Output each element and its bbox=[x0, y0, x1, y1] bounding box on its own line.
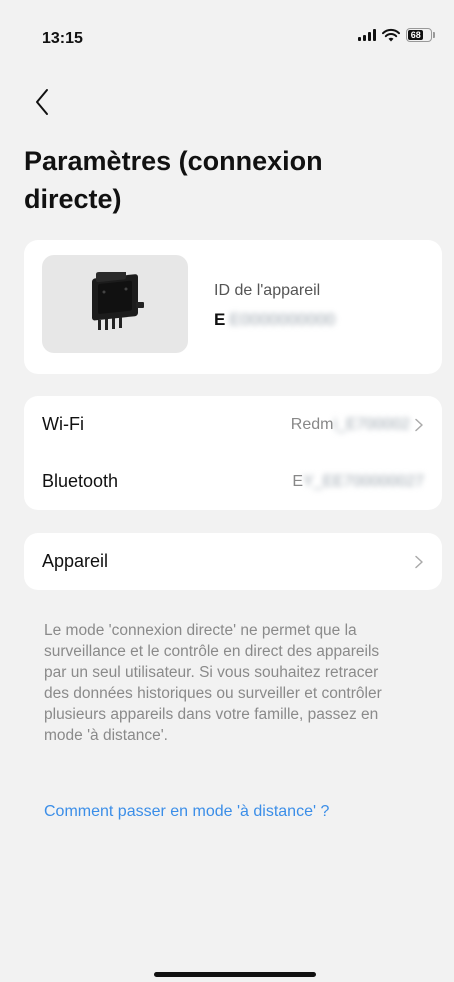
device-id-label: ID de l'appareil bbox=[214, 282, 321, 299]
device-row-value bbox=[410, 555, 424, 569]
wifi-value: Redm i_E700002 bbox=[291, 416, 424, 434]
device-id-prefix: E bbox=[214, 310, 226, 329]
chevron-left-icon bbox=[36, 89, 48, 115]
connection-card: Wi-Fi Redm i_E700002 Bluetooth E Y_EE700… bbox=[24, 396, 442, 510]
wifi-icon bbox=[382, 28, 400, 42]
chevron-right-icon bbox=[415, 555, 423, 568]
bluetooth-label: Bluetooth bbox=[42, 471, 119, 491]
status-time: 13:15 bbox=[42, 30, 83, 47]
device-id-blurred: E0000000000 bbox=[229, 310, 336, 329]
bluetooth-value: E Y_EE700000027 bbox=[292, 473, 424, 491]
battery-level: 68 bbox=[410, 30, 421, 40]
chevron-right-icon bbox=[415, 418, 423, 431]
wifi-value-prefix: Redm bbox=[290, 415, 334, 433]
device-id-value: E E0000000000 bbox=[214, 310, 335, 330]
device-row-card: Appareil bbox=[24, 533, 442, 590]
wifi-row[interactable]: Wi-Fi Redm i_E700002 bbox=[24, 396, 442, 453]
micro-inverter-image bbox=[92, 272, 144, 330]
bluetooth-value-blurred: Y_EE700000027 bbox=[303, 472, 424, 490]
home-indicator[interactable] bbox=[154, 972, 316, 977]
page-title: Paramètres (connexion directe) bbox=[24, 146, 323, 214]
battery-icon: 68 bbox=[406, 28, 435, 42]
direct-mode-info-text: Le mode 'connexion directe' ne permet qu… bbox=[44, 622, 382, 744]
device-row-label: Appareil bbox=[42, 551, 109, 571]
status-bar: 13:15 68 bbox=[0, 0, 454, 70]
wifi-label: Wi-Fi bbox=[42, 414, 84, 434]
remote-mode-help-link[interactable]: Comment passer en mode 'à distance' ? bbox=[44, 803, 329, 821]
bluetooth-row: Bluetooth E Y_EE700000027 bbox=[24, 453, 442, 510]
device-image bbox=[42, 255, 188, 353]
back-button[interactable] bbox=[24, 84, 60, 120]
device-card: ID de l'appareil E E0000000000 bbox=[24, 240, 442, 374]
device-row[interactable]: Appareil bbox=[24, 533, 442, 590]
status-icons: 68 bbox=[358, 28, 435, 42]
bluetooth-value-prefix: E bbox=[292, 472, 303, 490]
signal-icon bbox=[358, 29, 376, 41]
wifi-value-blurred: i_E700002 bbox=[333, 415, 410, 433]
